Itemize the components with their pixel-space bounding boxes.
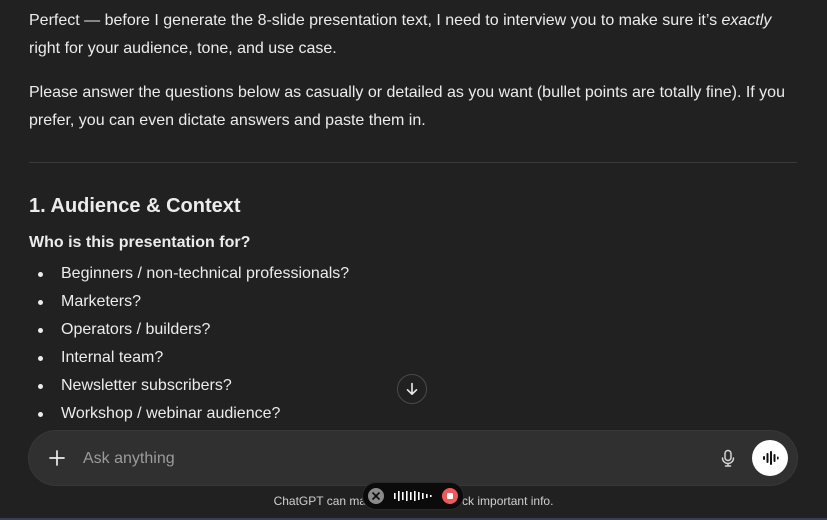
list-item: Beginners / non-technical professionals? xyxy=(29,260,349,288)
recording-indicator xyxy=(363,483,463,509)
disclaimer-text-right: ck important info. xyxy=(462,494,554,508)
bullet xyxy=(38,272,43,277)
options-list: Beginners / non-technical professionals?… xyxy=(29,260,349,428)
divider xyxy=(29,162,797,163)
stop-icon xyxy=(447,493,453,499)
intro-text-2: right for your audience, tone, and use c… xyxy=(29,40,337,57)
plus-icon[interactable] xyxy=(47,448,67,468)
list-item-text: Newsletter subscribers? xyxy=(61,377,232,394)
list-item: Marketers? xyxy=(29,288,349,316)
disclaimer-text-left: ChatGPT can ma xyxy=(273,494,367,508)
instructions-paragraph: Please answer the questions below as cas… xyxy=(29,84,785,129)
question-text: Who is this presentation for? xyxy=(29,234,251,251)
waveform-icon xyxy=(394,491,432,501)
list-item-text: Operators / builders? xyxy=(61,321,211,338)
bullet xyxy=(38,300,43,305)
cancel-recording-button[interactable] xyxy=(368,488,384,504)
list-item-text: Beginners / non-technical professionals? xyxy=(61,265,350,282)
bullet xyxy=(38,384,43,389)
bullet xyxy=(38,412,43,417)
list-item-text: Marketers? xyxy=(61,293,142,310)
intro-paragraph: Perfect — before I generate the 8-slide … xyxy=(29,7,797,63)
intro-text-1: Perfect — before I generate the 8-slide … xyxy=(29,12,722,29)
prompt-input[interactable] xyxy=(81,445,645,473)
list-item-text: Internal team? xyxy=(61,349,164,366)
bullet xyxy=(38,356,43,361)
stop-recording-button[interactable] xyxy=(442,488,458,504)
voice-mode-icon xyxy=(763,451,779,465)
list-item: Operators / builders? xyxy=(29,316,349,344)
arrow-down-icon xyxy=(406,382,418,395)
close-icon xyxy=(372,492,380,500)
list-item: Newsletter subscribers? xyxy=(29,372,349,400)
list-item: Internal team? xyxy=(29,344,349,372)
composer xyxy=(29,431,797,485)
section-heading: 1. Audience & Context xyxy=(29,195,241,217)
microphone-icon[interactable] xyxy=(718,448,738,468)
bullet xyxy=(38,328,43,333)
voice-mode-button[interactable] xyxy=(752,440,788,476)
intro-emphasis: exactly xyxy=(721,12,772,29)
scroll-to-bottom-button[interactable] xyxy=(397,374,427,404)
